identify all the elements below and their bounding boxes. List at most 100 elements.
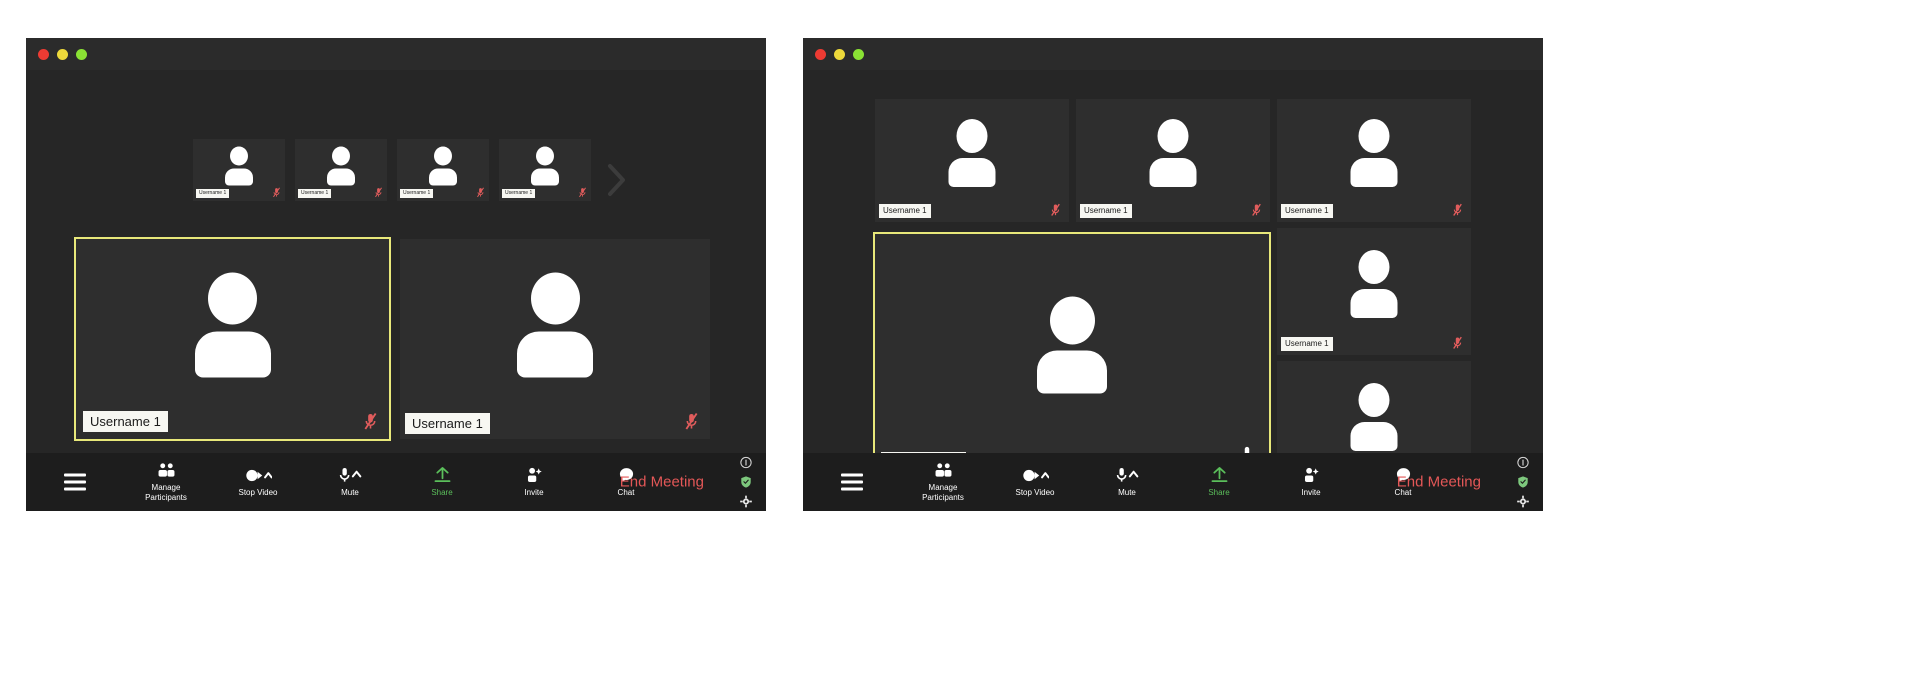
shield-icon[interactable] bbox=[1517, 476, 1529, 489]
toolbar-label: Mute bbox=[341, 487, 359, 497]
maximize-window-button[interactable] bbox=[853, 48, 864, 60]
toolbar-label: Mute bbox=[1118, 487, 1136, 497]
toolbar-label: Invite bbox=[524, 487, 544, 497]
mic-unmuted-icon bbox=[1241, 445, 1253, 453]
mic-muted-icon bbox=[1050, 203, 1061, 217]
video-camera-icon bbox=[1022, 467, 1049, 484]
gallery-video-tile[interactable]: Username 1 bbox=[1076, 99, 1270, 222]
shield-icon[interactable] bbox=[740, 476, 752, 489]
close-window-button[interactable] bbox=[815, 48, 826, 60]
avatar bbox=[517, 272, 593, 378]
toolbar-label: Share bbox=[431, 487, 453, 497]
end-meeting-button[interactable]: End Meeting bbox=[620, 474, 704, 491]
stop-video-button[interactable]: Stop Video bbox=[1006, 467, 1064, 497]
main-video-tile-active-speaker[interactable]: Username 1 bbox=[74, 237, 391, 441]
manage-participants-button[interactable]: Manage Participants bbox=[137, 462, 195, 502]
maximize-window-button[interactable] bbox=[76, 48, 87, 60]
avatar bbox=[1350, 382, 1398, 451]
participant-name-label: Username 1 bbox=[879, 204, 931, 218]
hamburger-menu-icon[interactable] bbox=[841, 473, 863, 491]
video-camera-icon bbox=[245, 467, 272, 484]
filmstrip-thumbnail[interactable]: Username 1 bbox=[499, 139, 591, 201]
avatar bbox=[531, 146, 559, 186]
microphone-icon bbox=[1114, 467, 1140, 484]
toolbar-label: Manage Participants bbox=[922, 483, 964, 502]
add-person-icon bbox=[1302, 467, 1320, 484]
mic-muted-icon bbox=[1251, 203, 1262, 217]
mute-button[interactable]: Mute bbox=[1098, 467, 1156, 497]
mic-muted-icon bbox=[476, 187, 485, 198]
participant-name-label: Username 1 bbox=[405, 413, 490, 434]
avatar bbox=[948, 118, 996, 187]
participant-name-label: Username 1 bbox=[1281, 204, 1333, 218]
end-meeting-button[interactable]: End Meeting bbox=[1397, 474, 1481, 491]
avatar bbox=[429, 146, 457, 186]
mic-muted-icon bbox=[1452, 336, 1463, 350]
participant-name-label: Username 1 bbox=[83, 411, 168, 432]
window-titlebar bbox=[803, 38, 1543, 70]
toolbar-label: Share bbox=[1208, 487, 1230, 497]
toolbar-label: Manage Participants bbox=[145, 483, 187, 502]
gallery-video-tile[interactable]: Username 1 bbox=[1277, 361, 1471, 453]
main-video-tile[interactable]: Username 1 bbox=[400, 239, 710, 439]
mic-muted-icon bbox=[374, 187, 383, 198]
avatar bbox=[327, 146, 355, 186]
participants-icon bbox=[157, 462, 176, 479]
toolbar-actions: Manage Participants Stop Video Mute Shar… bbox=[137, 453, 655, 511]
participants-icon bbox=[934, 462, 953, 479]
meeting-window-speaker-view: Username 1 Username 1 Username 1 Usernam… bbox=[26, 38, 766, 511]
gallery-video-tile[interactable]: Username 1 bbox=[1277, 99, 1471, 222]
chevron-right-icon[interactable] bbox=[604, 162, 628, 198]
gallery-video-tile[interactable]: Username 1 bbox=[1277, 228, 1471, 355]
participant-name-label: Username 1 bbox=[1281, 337, 1333, 351]
invite-button[interactable]: Invite bbox=[505, 467, 563, 497]
participant-name-label: Username 1 bbox=[196, 189, 230, 198]
toolbar-label: Invite bbox=[1301, 487, 1321, 497]
minimize-window-button[interactable] bbox=[57, 48, 68, 60]
microphone-icon bbox=[337, 467, 363, 484]
share-screen-button[interactable]: Share bbox=[413, 467, 471, 497]
main-video-tile-active-speaker[interactable]: Username 1 bbox=[873, 232, 1271, 453]
gallery-video-tile[interactable]: Username 1 bbox=[875, 99, 1069, 222]
avatar bbox=[1350, 249, 1398, 318]
meeting-window-gallery-view: Username 1 Username 1 Username 1 Usernam… bbox=[803, 38, 1543, 511]
participant-name-label: Username 1 bbox=[502, 189, 536, 198]
mic-muted-icon bbox=[684, 412, 699, 431]
screenshot-root: Username 1 Username 1 Username 1 Usernam… bbox=[0, 0, 1920, 675]
toolbar-label: Stop Video bbox=[238, 487, 278, 497]
mic-muted-icon bbox=[1452, 203, 1463, 217]
meeting-toolbar: Manage Participants Stop Video Mute Shar… bbox=[803, 453, 1543, 511]
participant-name-label: Username 1 bbox=[400, 189, 434, 198]
mute-button[interactable]: Mute bbox=[321, 467, 379, 497]
mic-muted-icon bbox=[578, 187, 587, 198]
info-circle-icon[interactable] bbox=[740, 456, 752, 469]
close-window-button[interactable] bbox=[38, 48, 49, 60]
stop-video-button[interactable]: Stop Video bbox=[229, 467, 287, 497]
gear-icon[interactable] bbox=[1517, 495, 1529, 508]
participant-name-label: Username 1 bbox=[1080, 204, 1132, 218]
share-screen-icon bbox=[1211, 467, 1228, 484]
avatar bbox=[1037, 296, 1107, 393]
participant-name-label: Username 1 bbox=[298, 189, 332, 198]
minimize-window-button[interactable] bbox=[834, 48, 845, 60]
avatar bbox=[194, 272, 271, 378]
manage-participants-button[interactable]: Manage Participants bbox=[914, 462, 972, 502]
mic-muted-icon bbox=[363, 412, 378, 431]
info-circle-icon[interactable] bbox=[1517, 456, 1529, 469]
hamburger-menu-icon[interactable] bbox=[64, 473, 86, 491]
video-stage: Username 1 Username 1 Username 1 Usernam… bbox=[803, 70, 1543, 453]
avatar bbox=[225, 146, 253, 186]
share-screen-button[interactable]: Share bbox=[1190, 467, 1248, 497]
share-screen-icon bbox=[434, 467, 451, 484]
toolbar-actions: Manage Participants Stop Video Mute Shar… bbox=[914, 453, 1432, 511]
avatar bbox=[1149, 118, 1197, 187]
avatar bbox=[1350, 118, 1398, 187]
filmstrip-thumbnail[interactable]: Username 1 bbox=[295, 139, 387, 201]
filmstrip-thumbnail[interactable]: Username 1 bbox=[193, 139, 285, 201]
filmstrip-thumbnail[interactable]: Username 1 bbox=[397, 139, 489, 201]
gear-icon[interactable] bbox=[740, 495, 752, 508]
invite-button[interactable]: Invite bbox=[1282, 467, 1340, 497]
toolbar-label: Stop Video bbox=[1015, 487, 1055, 497]
add-person-icon bbox=[525, 467, 543, 484]
status-icon-stack bbox=[740, 456, 752, 508]
